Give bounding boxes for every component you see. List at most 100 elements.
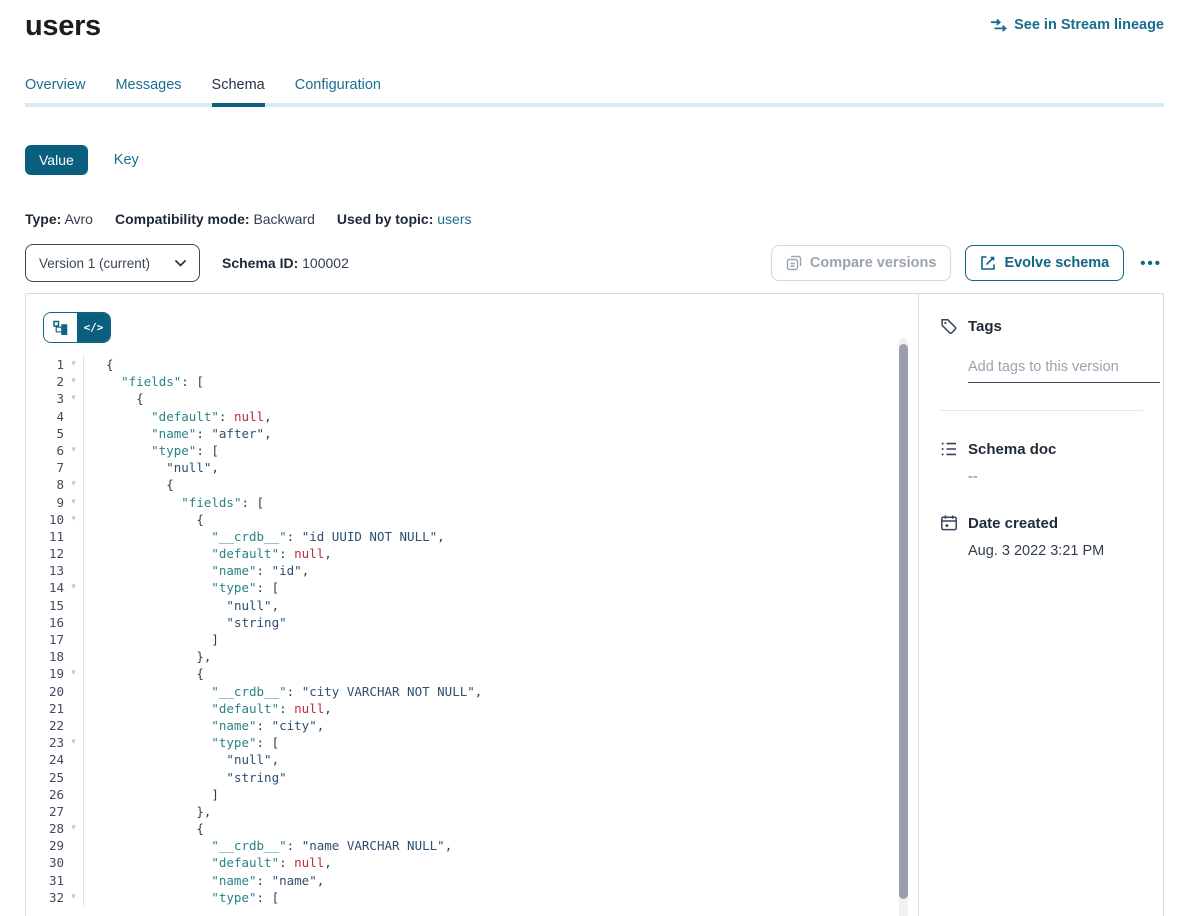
line-number: 26 (26, 786, 64, 803)
line-number: 9 (26, 494, 64, 511)
schema-doc-title: Schema doc (968, 441, 1056, 458)
fold-toggle-icon[interactable]: ▾ (64, 579, 83, 596)
meta-compat-value: Backward (253, 211, 314, 227)
code-text: "null", (83, 751, 918, 768)
tab-overview[interactable]: Overview (25, 77, 85, 107)
code-text: { (83, 511, 918, 528)
meta-type-value: Avro (64, 211, 93, 227)
fold-toggle-icon[interactable]: ▾ (64, 442, 83, 459)
line-number: 11 (26, 528, 64, 545)
code-line: 16 "string" (26, 614, 918, 631)
line-number: 23 (26, 734, 64, 751)
line-number: 17 (26, 631, 64, 648)
value-key-toggle: Value Key (25, 145, 1164, 175)
code-text: { (83, 390, 918, 407)
code-text: "type": [ (83, 734, 918, 751)
meta-type-label: Type: (25, 211, 61, 227)
key-tab-button[interactable]: Key (114, 152, 139, 168)
compare-versions-button[interactable]: Compare versions (771, 245, 952, 281)
code-line: 6▾ "type": [ (26, 442, 918, 459)
fold-toggle-icon[interactable]: ▾ (64, 511, 83, 528)
tags-title: Tags (968, 318, 1002, 335)
line-number: 8 (26, 476, 64, 493)
fold-spacer (64, 837, 83, 854)
line-number: 29 (26, 837, 64, 854)
code-line: 26 ] (26, 786, 918, 803)
tree-view-button[interactable] (44, 313, 77, 342)
fold-toggle-icon[interactable]: ▾ (64, 356, 83, 373)
stream-lineage-icon (990, 18, 1007, 32)
code-text: "null", (83, 597, 918, 614)
line-number: 24 (26, 751, 64, 768)
tab-messages[interactable]: Messages (115, 77, 181, 107)
code-line: 25 "string" (26, 769, 918, 786)
editor-scrollbar-thumb[interactable] (899, 344, 908, 899)
fold-toggle-icon[interactable]: ▾ (64, 476, 83, 493)
version-actions: Compare versions Evolve schema ••• (771, 245, 1164, 281)
fold-spacer (64, 683, 83, 700)
line-number: 20 (26, 683, 64, 700)
evolve-schema-button[interactable]: Evolve schema (965, 245, 1124, 281)
editor-view-toggle: </> (43, 312, 111, 343)
more-options-button[interactable]: ••• (1138, 255, 1164, 272)
fold-spacer (64, 803, 83, 820)
line-number: 32 (26, 889, 64, 906)
see-in-stream-lineage-link[interactable]: See in Stream lineage (990, 17, 1164, 33)
code-text: "default": null, (83, 545, 918, 562)
version-select[interactable]: Version 1 (current) (25, 244, 200, 282)
fold-toggle-icon[interactable]: ▾ (64, 734, 83, 751)
fold-spacer (64, 562, 83, 579)
fold-spacer (64, 751, 83, 768)
code-text: "string" (83, 769, 918, 786)
fold-toggle-icon[interactable]: ▾ (64, 665, 83, 682)
fold-toggle-icon[interactable]: ▾ (64, 820, 83, 837)
code-text: "default": null, (83, 408, 918, 425)
stream-lineage-label: See in Stream lineage (1014, 17, 1164, 33)
fold-spacer (64, 545, 83, 562)
line-number: 27 (26, 803, 64, 820)
schema-editor: </> 1▾{2▾ "fields": [3▾ {4 "default": nu… (26, 294, 918, 916)
code-line: 3▾ { (26, 390, 918, 407)
code-text: "__crdb__": "id UUID NOT NULL", (83, 528, 918, 545)
code-line: 10▾ { (26, 511, 918, 528)
fold-toggle-icon[interactable]: ▾ (64, 494, 83, 511)
date-created-section: Date created Aug. 3 2022 3:21 PM (940, 514, 1143, 559)
line-number: 13 (26, 562, 64, 579)
code-line: 1▾{ (26, 356, 918, 373)
code-text: "default": null, (83, 700, 918, 717)
schema-sidebar: Tags Schema doc -- (918, 294, 1163, 916)
fold-toggle-icon[interactable]: ▾ (64, 390, 83, 407)
fold-toggle-icon[interactable]: ▾ (64, 889, 83, 906)
code-line: 7 "null", (26, 459, 918, 476)
fold-spacer (64, 769, 83, 786)
version-select-value: Version 1 (current) (39, 256, 150, 271)
value-tab-button[interactable]: Value (25, 145, 88, 175)
line-number: 31 (26, 872, 64, 889)
sidebar-divider (940, 410, 1143, 411)
tab-schema[interactable]: Schema (212, 77, 265, 107)
fold-spacer (64, 872, 83, 889)
code-view-button[interactable]: </> (77, 313, 110, 342)
fold-toggle-icon[interactable]: ▾ (64, 373, 83, 390)
date-created-header: Date created (940, 514, 1143, 532)
code-text: { (83, 356, 918, 373)
line-number: 30 (26, 854, 64, 871)
tab-configuration[interactable]: Configuration (295, 77, 381, 107)
code-line: 28▾ { (26, 820, 918, 837)
line-number: 22 (26, 717, 64, 734)
topic-link[interactable]: users (437, 211, 471, 227)
code-text: }, (83, 803, 918, 820)
code-line: 20 "__crdb__": "city VARCHAR NOT NULL", (26, 683, 918, 700)
line-number: 14 (26, 579, 64, 596)
meta-topic-label: Used by topic: (337, 211, 433, 227)
line-number: 19 (26, 665, 64, 682)
fold-spacer (64, 631, 83, 648)
add-tags-input[interactable] (968, 357, 1160, 383)
code-text: ] (83, 631, 918, 648)
code-text: ] (83, 786, 918, 803)
fold-spacer (64, 717, 83, 734)
code-text: "default": null, (83, 854, 918, 871)
code-text: "fields": [ (83, 373, 918, 390)
tags-section-header: Tags (940, 317, 1143, 335)
code-text: "null", (83, 459, 918, 476)
